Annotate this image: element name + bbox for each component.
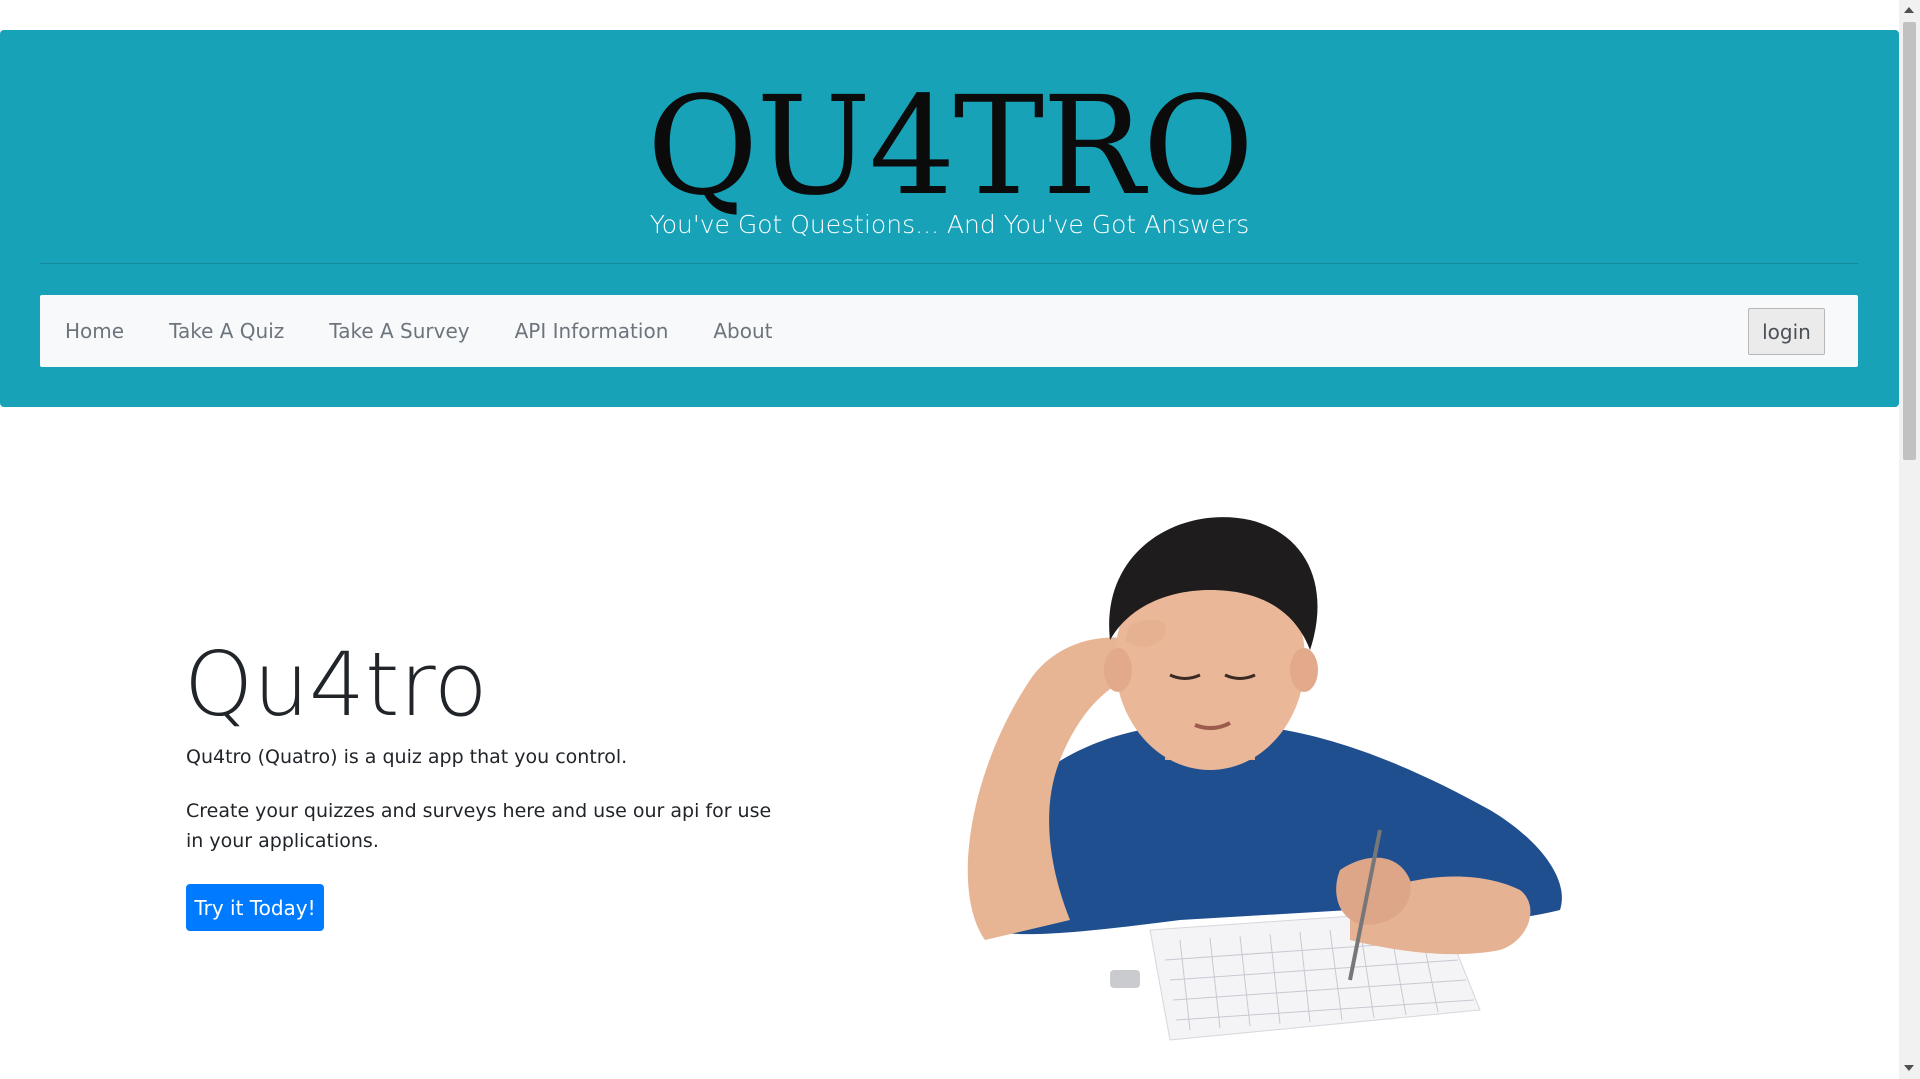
pencil-sharpener-icon (1110, 970, 1140, 988)
header-divider (40, 263, 1858, 264)
nav-link-about[interactable]: About (713, 319, 772, 343)
site-header: QU4TRO You've Got Questions... And You'v… (0, 30, 1899, 407)
site-tagline: You've Got Questions... And You've Got A… (649, 210, 1250, 239)
try-it-today-button[interactable]: Try it Today! (186, 884, 324, 931)
hero-title: Qu4tro (184, 633, 488, 736)
vertical-scrollbar[interactable] (1899, 0, 1920, 1079)
hero-subdescription: Create your quizzes and surveys here and… (186, 800, 772, 852)
scroll-up-arrow-icon[interactable] (1904, 7, 1914, 13)
nav-link-home[interactable]: Home (65, 319, 124, 343)
scrollbar-thumb[interactable] (1903, 22, 1916, 460)
navbar: Home Take A Quiz Take A Survey API Infor… (40, 295, 1858, 367)
nav-link-api-information[interactable]: API Information (515, 319, 669, 343)
nav-link-take-a-survey[interactable]: Take A Survey (329, 319, 469, 343)
site-logo[interactable]: QU4TRO (0, 72, 1899, 222)
login-button[interactable]: login (1748, 308, 1825, 355)
scroll-down-arrow-icon[interactable] (1904, 1065, 1914, 1071)
hero-illustration (967, 517, 1562, 1041)
hero-description: Qu4tro (Quatro) is a quiz app that you c… (186, 746, 628, 768)
nav-links: Home Take A Quiz Take A Survey API Infor… (65, 295, 818, 367)
nav-link-take-a-quiz[interactable]: Take A Quiz (169, 319, 284, 343)
